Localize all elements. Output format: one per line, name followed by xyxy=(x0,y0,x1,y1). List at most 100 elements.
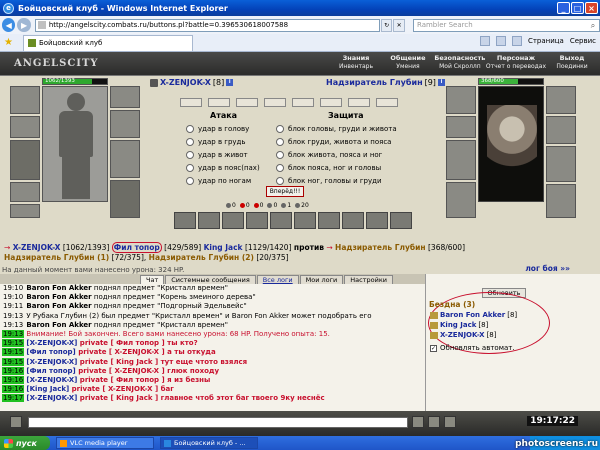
chat-timestamp[interactable]: 19:15 xyxy=(2,348,25,357)
stop-icon[interactable]: ✕ xyxy=(393,18,405,32)
chat-author[interactable]: [Фил топор] xyxy=(26,367,75,375)
enemy-name[interactable]: Надзиратель Глубин xyxy=(326,78,423,87)
menu-exit[interactable]: Выход xyxy=(546,54,598,62)
search-input[interactable]: Rambler Search xyxy=(417,21,473,29)
participant-name[interactable]: X-ZENJOK-X xyxy=(13,243,61,252)
feeds-icon[interactable] xyxy=(495,36,506,46)
tab-my-logs[interactable]: Мои логи xyxy=(299,275,344,284)
menu-knowledge[interactable]: Знания xyxy=(330,54,382,62)
attack-radio[interactable] xyxy=(186,137,194,146)
attack-option[interactable]: удар в пояс(пах) xyxy=(186,161,260,174)
menu-scroll[interactable]: Мой Скроллп xyxy=(434,63,486,70)
member-item[interactable]: X-ZENJOK-X [8] xyxy=(430,331,496,339)
amulet-slot[interactable] xyxy=(10,116,40,138)
close-button[interactable]: × xyxy=(585,2,598,14)
chat-timestamp[interactable]: 19:11 xyxy=(2,302,24,310)
menu-security[interactable]: Безопасность xyxy=(434,54,486,62)
attack-radio[interactable] xyxy=(186,150,194,159)
forward-button[interactable]: ▶ xyxy=(17,18,31,32)
skill-slot[interactable] xyxy=(294,212,316,229)
tab-chat[interactable]: Чат xyxy=(140,275,165,284)
skill-slot[interactable] xyxy=(174,212,196,229)
chat-mode-button[interactable] xyxy=(10,416,22,428)
defense-radio[interactable] xyxy=(276,137,284,146)
skill-slot[interactable] xyxy=(390,212,412,229)
chat-author[interactable]: [X-ZENJOK-X] xyxy=(26,394,77,402)
attack-option[interactable]: удар по ногам xyxy=(186,174,260,187)
smiles-button[interactable] xyxy=(428,416,440,428)
chat-timestamp[interactable]: 19:16 xyxy=(2,385,25,394)
defense-option[interactable]: блок груди, живота и пояса xyxy=(276,135,397,148)
scroll-slot[interactable] xyxy=(208,98,230,107)
gloves-slot[interactable] xyxy=(110,110,140,138)
scroll-slot[interactable] xyxy=(264,98,286,107)
defense-option[interactable]: блок головы, груди и живота xyxy=(276,122,397,135)
menu-skills[interactable]: Умения xyxy=(382,63,434,70)
menu-inventory[interactable]: Инвентарь xyxy=(330,63,382,70)
menu-social[interactable]: Общение xyxy=(382,54,434,62)
go-button[interactable]: Вперёд!!! xyxy=(266,186,304,197)
skill-slot[interactable] xyxy=(342,212,364,229)
belt-slot[interactable] xyxy=(10,204,40,218)
search-box[interactable]: Rambler Search ⌕ xyxy=(412,18,600,32)
taskbar-item-vlc[interactable]: VLC media player xyxy=(56,437,154,449)
chat-author[interactable]: Baron Fon Akker xyxy=(26,302,91,310)
chat-author[interactable]: [X-ZENJOK-X] xyxy=(26,339,77,347)
chat-timestamp[interactable]: 19:10 xyxy=(2,293,24,301)
home-icon[interactable] xyxy=(479,36,490,46)
defense-radio[interactable] xyxy=(276,124,284,133)
tab-system[interactable]: Системные сообщения xyxy=(165,275,256,284)
scroll-slot[interactable] xyxy=(376,98,398,107)
minimize-button[interactable]: _ xyxy=(557,2,570,14)
attack-option[interactable]: удар в живот xyxy=(186,148,260,161)
chat-author[interactable]: Baron Fon Akker xyxy=(26,284,91,292)
back-button[interactable]: ◀ xyxy=(2,18,16,32)
chat-author[interactable]: Baron Fon Akker xyxy=(26,321,91,329)
enemy-info-icon[interactable]: i xyxy=(437,79,445,86)
tab-all-logs[interactable]: Все логи xyxy=(256,275,299,284)
member-name[interactable]: Baron Fon Akker xyxy=(440,311,505,319)
search-icon[interactable]: ⌕ xyxy=(587,20,599,31)
skill-slot[interactable] xyxy=(270,212,292,229)
chat-author[interactable]: [X-ZENJOK-X] xyxy=(26,376,77,384)
skill-slot[interactable] xyxy=(246,212,268,229)
defense-radio[interactable] xyxy=(276,163,284,172)
tools-menu[interactable]: Сервис xyxy=(570,37,596,45)
print-icon[interactable] xyxy=(511,36,522,46)
chat-timestamp[interactable]: 19:13 xyxy=(2,321,24,329)
enemy-participant-name[interactable]: Надзиратель Глубин (1) xyxy=(4,253,109,262)
favorites-star-icon[interactable]: ★ xyxy=(4,37,13,48)
skill-slot[interactable] xyxy=(318,212,340,229)
defense-radio[interactable] xyxy=(276,176,284,185)
participant-name[interactable]: Фил топор xyxy=(111,242,162,253)
tab-settings[interactable]: Настройки xyxy=(344,275,393,284)
attack-option[interactable]: удар в грудь xyxy=(186,135,260,148)
scroll-slot[interactable] xyxy=(320,98,342,107)
participant-name[interactable]: King Jack xyxy=(204,243,243,252)
shield-slot[interactable] xyxy=(110,140,140,178)
browser-tab[interactable]: Бойцовский клуб xyxy=(22,34,193,51)
taskbar-item-ie[interactable]: Бойцовский клуб - ... xyxy=(160,437,258,449)
member-item[interactable]: King Jack [8] xyxy=(430,321,488,329)
scroll-slot[interactable] xyxy=(348,98,370,107)
defense-option[interactable]: блок живота, пояса и ног xyxy=(276,148,397,161)
chat-author[interactable]: [Фил топор] xyxy=(26,348,75,356)
chat-author[interactable]: [X-ZENJOK-X] xyxy=(26,358,77,366)
player-name[interactable]: X-ZENJOK-X xyxy=(160,78,211,87)
enemy-participant-name[interactable]: Надзиратель Глубин (2) xyxy=(149,253,254,262)
start-button[interactable]: пуск xyxy=(0,436,50,450)
skill-slot[interactable] xyxy=(198,212,220,229)
helmet-slot[interactable] xyxy=(10,86,40,114)
defense-option[interactable]: блок пояса, ног и головы xyxy=(276,161,397,174)
chat-timestamp[interactable]: 19:13 xyxy=(2,330,25,339)
menu-transfers[interactable]: Отчет о переводах xyxy=(486,63,546,70)
auto-update-checkbox[interactable]: ✓ xyxy=(430,344,437,352)
chat-timestamp[interactable]: 19:15 xyxy=(2,339,25,348)
boots-slot[interactable] xyxy=(110,180,140,218)
chat-author[interactable]: [King Jack] xyxy=(26,385,69,393)
page-menu[interactable]: Страница xyxy=(528,37,564,45)
chat-log[interactable]: 19:10 Baron Fon Akker поднял предмет "Кр… xyxy=(0,284,425,411)
member-name[interactable]: King Jack xyxy=(440,321,476,329)
address-bar[interactable]: http://angelscity.combats.ru/buttons.pl?… xyxy=(34,18,380,32)
player-info-icon[interactable]: i xyxy=(226,79,234,86)
